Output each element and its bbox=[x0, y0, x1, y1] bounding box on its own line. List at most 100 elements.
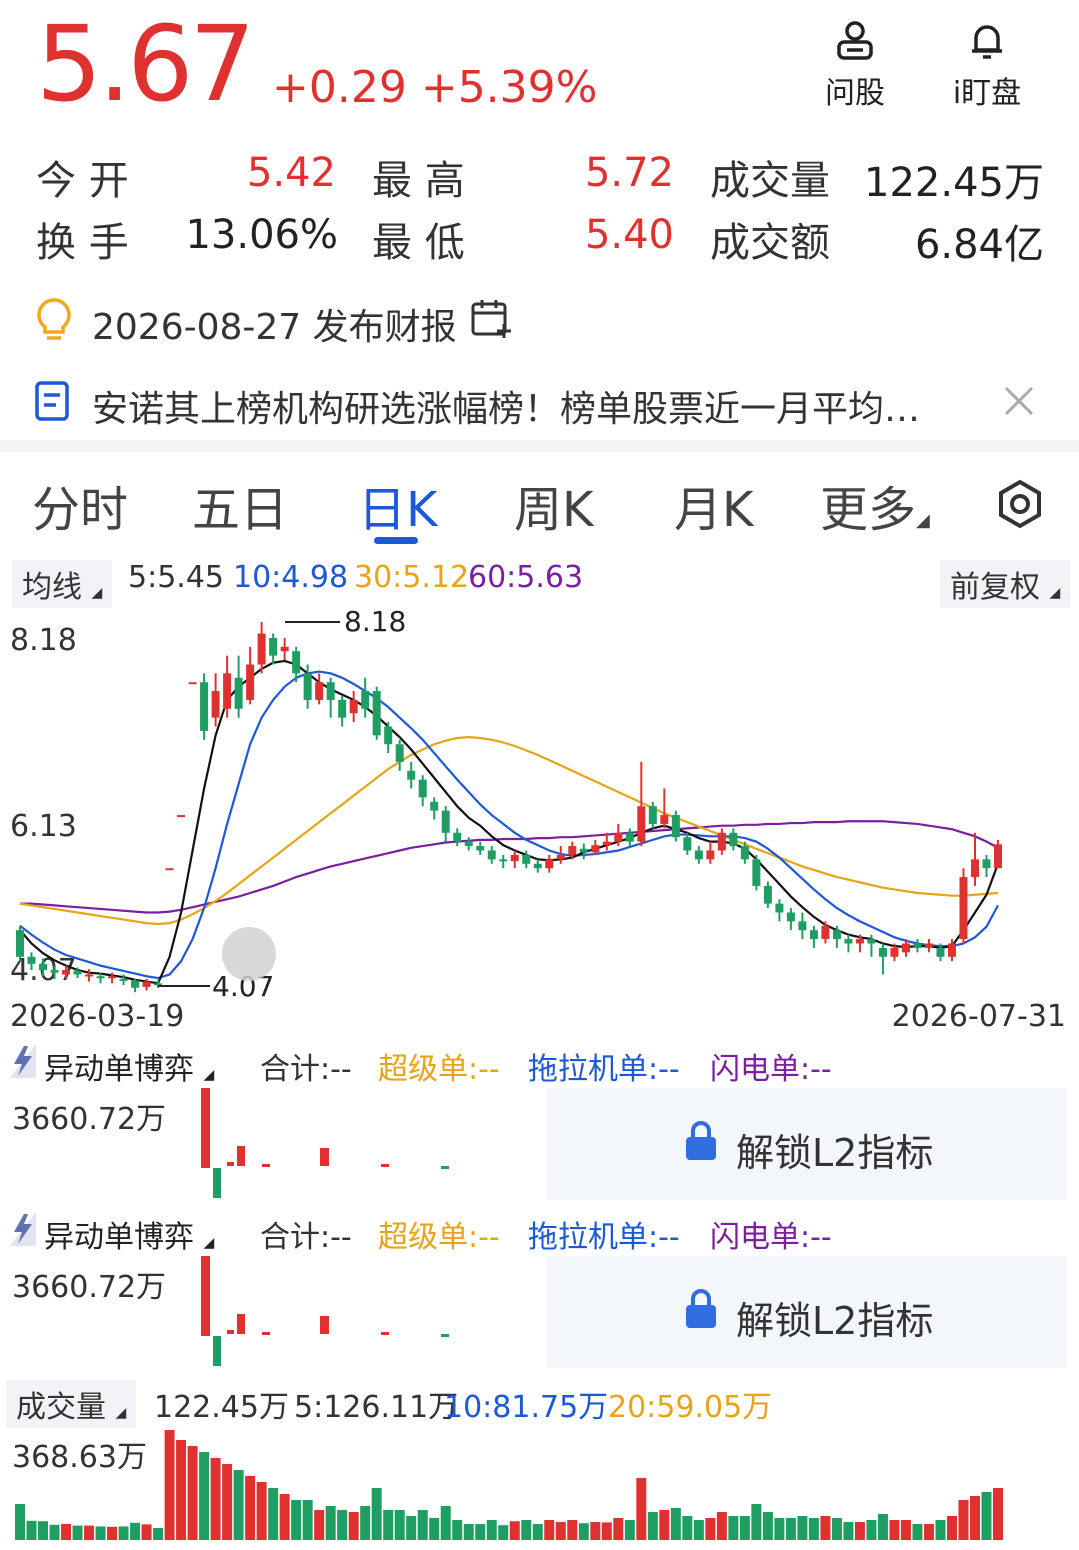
turnover-value: 13.06% bbox=[185, 212, 338, 258]
volume-bar bbox=[49, 1524, 60, 1540]
candle bbox=[913, 939, 922, 953]
l2-tractor: 拖拉机单:-- bbox=[528, 1220, 680, 1255]
candle bbox=[211, 673, 220, 727]
unlock-l2-button[interactable]: 解锁L2指标 bbox=[546, 1088, 1066, 1200]
calendar-add-icon[interactable] bbox=[470, 298, 514, 340]
candle bbox=[361, 677, 370, 718]
volume-bar bbox=[72, 1525, 83, 1540]
volume-bar bbox=[348, 1512, 359, 1540]
candle bbox=[326, 677, 335, 718]
watch-button[interactable]: i盯盘 bbox=[942, 18, 1032, 112]
volume-bar bbox=[624, 1520, 635, 1540]
ma60-line bbox=[20, 820, 999, 914]
candle bbox=[878, 943, 887, 975]
l2-bar bbox=[237, 1314, 245, 1334]
volume-bar bbox=[762, 1512, 773, 1540]
candle bbox=[280, 637, 289, 661]
candle bbox=[384, 722, 393, 754]
dropdown-caret-icon: ◢ bbox=[91, 585, 103, 601]
l2-title[interactable]: 异动单博弈 ◢ bbox=[44, 1044, 214, 1088]
volume-bar bbox=[808, 1518, 819, 1540]
x-start-date: 2026-03-19 bbox=[10, 999, 184, 1034]
unlock-l2-label: 解锁L2指标 bbox=[736, 1299, 934, 1343]
l2-bar bbox=[227, 1330, 234, 1334]
ask-stock-button[interactable]: 问股 bbox=[810, 18, 900, 112]
candle bbox=[234, 655, 243, 718]
volume-bar bbox=[429, 1518, 440, 1540]
volume-chart bbox=[15, 1430, 1003, 1540]
l2-total: 合计:-- bbox=[260, 1052, 352, 1087]
tab-weekly-k[interactable]: 周K bbox=[514, 470, 593, 540]
candle bbox=[671, 810, 680, 842]
tab-daily-k[interactable]: 日K bbox=[358, 470, 437, 540]
l2-title[interactable]: 异动单博弈 ◢ bbox=[44, 1212, 214, 1256]
l2-bar bbox=[381, 1164, 389, 1167]
document-icon bbox=[35, 381, 69, 421]
l2-bar bbox=[381, 1332, 389, 1335]
l2-bar bbox=[213, 1336, 221, 1366]
volume-value: 122.45万 bbox=[864, 160, 1044, 206]
tab-more-label: 更多 bbox=[820, 482, 917, 538]
candle bbox=[694, 846, 703, 864]
volume-bar bbox=[130, 1522, 141, 1540]
dropdown-caret-icon: ◢ bbox=[203, 1067, 215, 1083]
y-tick-high: 8.18 bbox=[10, 623, 77, 658]
lightbulb-icon bbox=[37, 298, 71, 340]
volume-bar bbox=[958, 1500, 969, 1540]
settings-icon[interactable] bbox=[994, 478, 1046, 530]
volume-bar bbox=[854, 1522, 865, 1540]
close-icon[interactable] bbox=[1000, 382, 1038, 420]
volume-bar bbox=[199, 1452, 210, 1540]
news-headline[interactable]: 安诺其上榜机构研选涨幅榜！榜单股票近一月平均… bbox=[92, 380, 952, 432]
volume-bar bbox=[498, 1525, 509, 1540]
candle bbox=[683, 832, 692, 855]
volume-bar bbox=[785, 1518, 796, 1540]
draw-tool-icon[interactable] bbox=[222, 927, 276, 981]
volume-bar bbox=[544, 1520, 555, 1540]
volume-bar bbox=[981, 1492, 992, 1540]
candle bbox=[188, 682, 197, 685]
tab-five-day[interactable]: 五日 bbox=[192, 470, 288, 540]
volume-bar bbox=[440, 1506, 451, 1540]
unlock-l2-button[interactable]: 解锁L2指标 bbox=[546, 1256, 1066, 1368]
candle bbox=[533, 859, 542, 873]
l2-bar bbox=[201, 1256, 210, 1336]
volume-bar bbox=[61, 1524, 72, 1540]
volume-bar bbox=[728, 1516, 739, 1540]
low-value: 5.40 bbox=[584, 212, 674, 258]
volume-bar bbox=[417, 1510, 428, 1540]
volume-bar bbox=[314, 1510, 325, 1540]
candlestick-chart[interactable]: 8.18 6.13 4.07 8.18 4.07 2026-03-19 2026… bbox=[0, 600, 1079, 1040]
candle bbox=[545, 854, 554, 873]
l2-bars bbox=[201, 1088, 449, 1198]
candle bbox=[464, 837, 473, 851]
l2-bar bbox=[320, 1148, 329, 1166]
volume-bar bbox=[693, 1520, 704, 1540]
l2-super: 超级单:-- bbox=[378, 1220, 500, 1255]
ask-stock-label: 问股 bbox=[825, 76, 885, 111]
volume-bar bbox=[601, 1522, 612, 1540]
candle bbox=[970, 832, 979, 886]
volume-bar bbox=[118, 1526, 129, 1540]
open-value: 5.42 bbox=[246, 150, 336, 196]
l2-bar bbox=[262, 1332, 270, 1335]
lightning-icon bbox=[10, 1044, 36, 1078]
candle bbox=[165, 868, 174, 871]
ma10-value: 10:4.98 bbox=[233, 560, 349, 595]
volume-bar bbox=[521, 1520, 532, 1540]
candle bbox=[453, 828, 462, 847]
candle bbox=[798, 912, 807, 940]
candle bbox=[809, 925, 818, 948]
tab-monthly-k[interactable]: 月K bbox=[674, 470, 753, 540]
tab-more[interactable]: 更多◢ bbox=[820, 470, 930, 540]
volume-bar bbox=[371, 1488, 382, 1540]
candle bbox=[786, 908, 795, 931]
tab-intraday[interactable]: 分时 bbox=[32, 470, 128, 540]
candle bbox=[246, 646, 255, 705]
volume-bar bbox=[509, 1521, 520, 1540]
volume-bar bbox=[233, 1470, 244, 1540]
candle bbox=[16, 925, 24, 962]
ma30-line bbox=[19, 736, 999, 926]
volume-bar bbox=[84, 1525, 95, 1540]
l2-total: 合计:-- bbox=[260, 1220, 352, 1255]
